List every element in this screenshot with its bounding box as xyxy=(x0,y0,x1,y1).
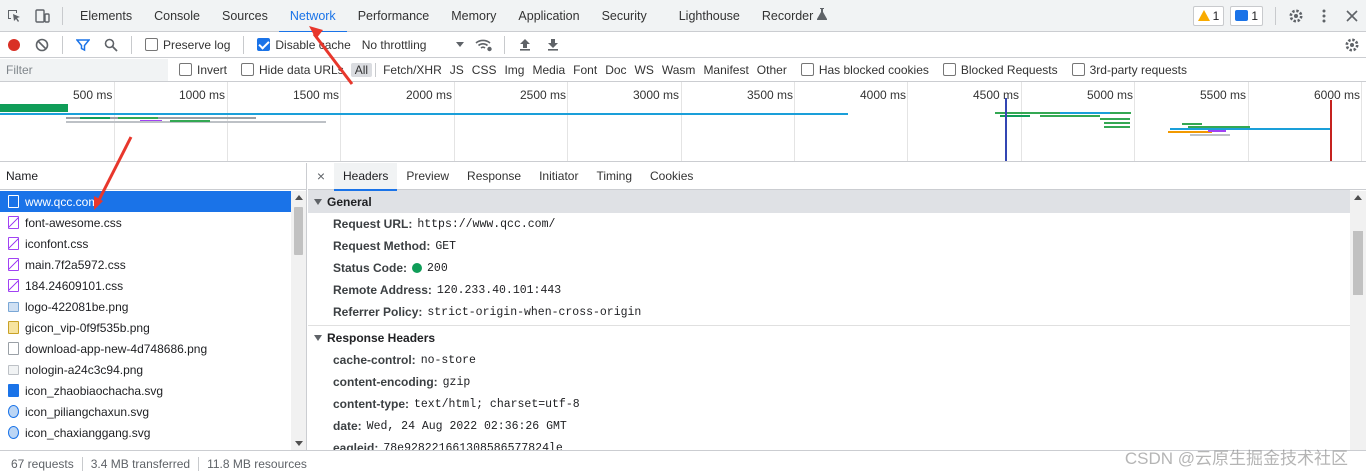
arrowhead-icon xyxy=(309,26,323,39)
arrow-to-document-request xyxy=(97,136,133,201)
watermark-text: CSDN @云原生掘金技术社区 xyxy=(1124,449,1348,468)
arrow-to-network-tab xyxy=(312,33,354,85)
annotation-arrows xyxy=(94,26,354,210)
